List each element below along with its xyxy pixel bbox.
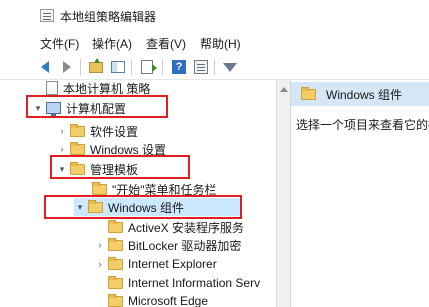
tree-item-label: 本地计算机 策略 <box>63 81 151 96</box>
toolbar-separator <box>162 59 163 75</box>
folder-icon <box>301 86 316 100</box>
title-bar: 本地组策略编辑器 <box>0 0 429 30</box>
tree-item-label: ActiveX 安装程序服务 <box>128 220 245 235</box>
filter-icon[interactable] <box>221 58 239 76</box>
highlight-box-computer-config <box>26 95 168 118</box>
tree-scrollbar[interactable] <box>276 80 290 307</box>
pane-divider[interactable] <box>290 80 291 307</box>
menu-action[interactable]: 操作(A) <box>92 35 132 52</box>
menu-view[interactable]: 查看(V) <box>146 35 186 52</box>
tree-item-label: Microsoft Edge <box>128 294 209 307</box>
details-description: 选择一个项目来查看它的描 <box>296 118 429 132</box>
chevron-right-icon[interactable]: › <box>94 255 106 273</box>
folder-icon <box>70 123 85 137</box>
folder-icon <box>108 293 123 307</box>
back-icon[interactable] <box>36 58 54 76</box>
policy-editor-icon <box>40 9 54 22</box>
chevron-right-icon[interactable]: › <box>56 122 68 140</box>
tree-item-label: 软件设置 <box>90 124 139 139</box>
tree-item-microsoft-edge[interactable]: Microsoft Edge <box>94 292 208 307</box>
scroll-up-icon[interactable] <box>280 87 288 92</box>
expander <box>94 218 106 236</box>
tree-item-label: Internet Explorer <box>128 257 217 271</box>
forward-icon[interactable] <box>58 58 76 76</box>
document-icon <box>46 81 58 95</box>
details-header-title: Windows 组件 <box>326 87 403 102</box>
folder-icon <box>108 256 123 270</box>
tree-item-activex[interactable]: ActiveX 安装程序服务 <box>94 218 244 236</box>
expander <box>94 274 106 292</box>
menu-help[interactable]: 帮助(H) <box>200 35 241 52</box>
tree-item-internet-explorer[interactable]: › Internet Explorer <box>94 255 217 273</box>
up-folder-icon[interactable] <box>87 57 105 76</box>
highlight-box-windows-components <box>44 195 242 219</box>
toolbar-separator <box>80 59 81 75</box>
toolbar-separator <box>214 59 215 75</box>
folder-icon <box>108 219 123 233</box>
folder-icon <box>70 141 85 155</box>
window-title: 本地组策略编辑器 <box>60 10 157 24</box>
tree-item-label: Internet Information Serv <box>128 276 261 290</box>
folder-icon <box>92 181 107 195</box>
toolbar-separator <box>131 59 132 75</box>
details-header: Windows 组件 <box>291 82 429 106</box>
chevron-right-icon[interactable]: › <box>94 236 106 254</box>
tree-item-software-settings[interactable]: › 软件设置 <box>56 122 138 140</box>
tree-item-bitlocker[interactable]: › BitLocker 驱动器加密 <box>94 236 241 254</box>
folder-icon <box>108 275 123 289</box>
toolbar: ? <box>0 54 429 80</box>
show-hide-tree-icon[interactable] <box>109 58 127 76</box>
menu-file[interactable]: 文件(F) <box>40 35 79 52</box>
tree-item-iis[interactable]: Internet Information Serv <box>94 274 260 292</box>
highlight-box-admin-templates <box>50 155 190 179</box>
menu-bar: 文件(F) 操作(A) 查看(V) 帮助(H) <box>0 30 429 54</box>
expander <box>94 292 106 307</box>
properties-icon[interactable] <box>192 58 210 76</box>
tree-item-label: BitLocker 驱动器加密 <box>128 238 242 253</box>
help-icon[interactable]: ? <box>170 58 188 76</box>
folder-icon <box>108 237 123 251</box>
export-list-icon[interactable] <box>138 58 157 76</box>
